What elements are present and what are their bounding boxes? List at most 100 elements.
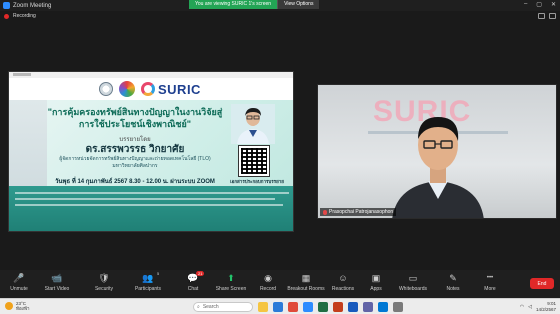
suric-logo: SURIC xyxy=(141,82,201,97)
viewing-banner: You are viewing SURIC 1's screen View Op… xyxy=(189,0,320,9)
anniversary-logo-icon xyxy=(119,81,135,97)
outlook-icon[interactable] xyxy=(378,302,388,312)
breakout-rooms-button[interactable]: ▦ Breakout Rooms xyxy=(286,273,326,292)
participant-name-tag: Prasopchai Patrojanasophon xyxy=(320,208,397,216)
fullscreen-icon[interactable] xyxy=(538,13,545,19)
record-label: Record xyxy=(259,286,277,292)
weather-desc: ท้องฟ้า xyxy=(16,306,30,311)
participant-person-icon xyxy=(392,117,484,218)
view-controls xyxy=(538,13,556,19)
search-placeholder: Search xyxy=(202,304,219,310)
slide-footer xyxy=(9,186,293,231)
event-date: วันพุธ ที่ 14 กุมภาพันธ์ 2567 8.30 - 12.… xyxy=(55,179,215,185)
recording-dot-icon xyxy=(4,13,9,19)
weather-sun-icon xyxy=(5,302,13,310)
teams-icon[interactable] xyxy=(363,302,373,312)
close-button[interactable]: ✕ xyxy=(551,1,556,8)
taskbar-search[interactable]: ⌕ Search xyxy=(193,302,253,312)
clock[interactable]: 9:01 14/2/2567 xyxy=(536,301,556,312)
reactions-label: Reactions xyxy=(331,286,355,292)
apps-label: Apps xyxy=(370,286,382,292)
notes-icon: ✎ xyxy=(449,273,457,283)
mic-off-icon: 🎤 xyxy=(13,273,25,283)
participants-icon: 👥 xyxy=(142,273,154,283)
search-icon: ⌕ xyxy=(197,304,200,310)
university-seal-icon xyxy=(99,82,113,96)
share-screen-icon: ⬆ xyxy=(227,273,235,283)
weather-widget[interactable]: 23°C ท้องฟ้า xyxy=(5,301,30,311)
shared-screen: SURIC "การคุ้มครองทรัพย์สินทางปัญญาในงาน… xyxy=(8,71,294,232)
apps-button[interactable]: ▣ Apps xyxy=(356,273,396,292)
participants-label: Participants xyxy=(134,286,162,292)
notes-button[interactable]: ✎ Notes xyxy=(433,273,473,292)
whiteboards-button[interactable]: ▭ Whiteboards xyxy=(393,273,433,292)
viewing-screen-label: You are viewing SURIC 1's screen xyxy=(189,0,278,9)
meeting-toolbar: 🎤 Unmute 📹 Start Video 🛡 Security 👥 5 Pa… xyxy=(0,270,560,298)
chat-badge: 21 xyxy=(196,271,205,276)
qr-code xyxy=(238,145,270,177)
slide-logos: SURIC xyxy=(99,81,201,97)
zoom-window: Zoom Meeting You are viewing SURIC 1's s… xyxy=(0,0,560,314)
window-controls: – ▢ ✕ xyxy=(524,1,556,8)
suric-logo-text: SURIC xyxy=(158,81,201,97)
taskbar-apps xyxy=(258,302,403,312)
start-video-button[interactable]: 📹 Start Video xyxy=(37,273,77,292)
footer-text-line xyxy=(15,192,289,194)
chat-button[interactable]: 💬 21 Chat xyxy=(173,271,213,292)
participants-count: 5 xyxy=(157,271,160,276)
word-icon[interactable] xyxy=(348,302,358,312)
breakout-icon: ▦ xyxy=(301,273,311,283)
apps-icon: ▣ xyxy=(371,273,381,283)
more-label: More xyxy=(484,286,496,292)
slide-title: "การคุ้มครองทรัพย์สินทางปัญญาในงานวิจัยส… xyxy=(47,107,223,129)
presentation-bar xyxy=(9,72,293,78)
qr-label: เอกสารประกอบการบรรยาย xyxy=(230,179,284,184)
speaker-affiliation: มหาวิทยาลัยศิลปากร xyxy=(112,163,158,169)
view-options-button[interactable]: View Options xyxy=(277,0,320,9)
whiteboard-icon: ▭ xyxy=(408,273,418,283)
unmute-button[interactable]: 🎤 Unmute xyxy=(0,273,39,292)
slide-body: "การคุ้มครองทรัพย์สินทางปัญญาในงานวิจัยส… xyxy=(9,100,293,231)
volume-icon[interactable]: ◁ xyxy=(528,304,532,310)
share-screen-label: Share Screen xyxy=(215,286,247,292)
security-label: Security xyxy=(94,286,114,292)
participant-video[interactable]: SURIC Prasopchai Patrojanasophon xyxy=(317,84,557,219)
zoom-app-icon xyxy=(3,2,10,9)
excel-icon[interactable] xyxy=(318,302,328,312)
window-title: Zoom Meeting xyxy=(13,2,52,9)
minimize-button[interactable]: – xyxy=(524,1,527,8)
system-tray: ◠ ◁ 9:01 14/2/2567 xyxy=(520,301,556,312)
whiteboards-label: Whiteboards xyxy=(398,286,428,292)
suric-ring-icon xyxy=(141,82,155,96)
end-button[interactable]: End xyxy=(530,278,554,289)
security-button[interactable]: 🛡 Security xyxy=(84,273,124,292)
footer-text-line xyxy=(15,204,283,206)
mic-muted-icon xyxy=(323,209,327,215)
wifi-icon[interactable]: ◠ xyxy=(520,304,524,310)
start-video-label: Start Video xyxy=(44,286,70,292)
chat-label: Chat xyxy=(187,286,199,292)
record-icon: ◉ xyxy=(264,273,272,283)
record-button[interactable]: ◉ Record xyxy=(248,273,288,292)
participant-name: Prasopchai Patrojanasophon xyxy=(329,209,394,215)
edge-icon[interactable] xyxy=(273,302,283,312)
share-screen-button[interactable]: ⬆ Share Screen xyxy=(211,273,251,292)
breakout-rooms-label: Breakout Rooms xyxy=(287,286,325,292)
participants-button[interactable]: 👥 5 Participants xyxy=(128,271,168,292)
chrome-icon[interactable] xyxy=(288,302,298,312)
zoom-taskbar-icon[interactable] xyxy=(303,302,313,312)
settings-icon[interactable] xyxy=(393,302,403,312)
recording-indicator[interactable]: Recording xyxy=(4,13,36,19)
file-explorer-icon[interactable] xyxy=(258,302,268,312)
gallery-view-icon[interactable] xyxy=(549,13,556,19)
unmute-label: Unmute xyxy=(10,286,28,292)
more-button[interactable]: ••• More xyxy=(470,273,510,292)
speaker-photo-icon xyxy=(231,104,275,144)
shield-icon: 🛡 xyxy=(98,273,110,283)
video-off-icon: 📹 xyxy=(51,273,63,283)
powerpoint-icon[interactable] xyxy=(333,302,343,312)
weather-text: 23°C ท้องฟ้า xyxy=(16,301,30,311)
maximize-button[interactable]: ▢ xyxy=(536,1,542,8)
recording-label: Recording xyxy=(13,13,36,19)
notes-label: Notes xyxy=(446,286,460,292)
